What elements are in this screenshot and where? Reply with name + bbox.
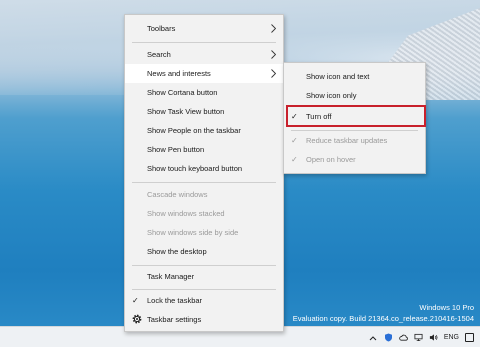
gear-icon	[132, 314, 142, 324]
submenu-item-label: Show icon only	[306, 91, 357, 100]
shield-icon[interactable]	[384, 333, 393, 342]
menu-item-taskbar-settings[interactable]: Taskbar settings	[125, 310, 283, 329]
chevron-up-icon[interactable]	[369, 333, 378, 342]
language-indicator[interactable]: ENG	[444, 334, 459, 341]
menu-item-label: News and interests	[147, 69, 211, 78]
menu-item-label: Show People on the taskbar	[147, 126, 241, 135]
menu-item-task-manager[interactable]: Task Manager	[125, 267, 283, 286]
menu-item-label: Task Manager	[147, 272, 195, 281]
menu-item-label: Show touch keyboard button	[147, 164, 243, 173]
chevron-right-icon	[271, 50, 276, 59]
system-tray: ENG	[369, 327, 474, 347]
menu-item-label: Show windows side by side	[147, 228, 239, 237]
onedrive-cloud-icon[interactable]	[399, 333, 408, 342]
menu-item-label: Taskbar settings	[147, 315, 202, 324]
menu-item-show-cortana[interactable]: Show Cortana button	[125, 83, 283, 102]
menu-item-show-desktop[interactable]: Show the desktop	[125, 242, 283, 261]
checkmark-icon: ✓	[132, 296, 139, 305]
menu-item-label: Toolbars	[147, 24, 176, 33]
watermark-edition: Windows 10 Pro	[419, 303, 474, 312]
taskbar-context-menu: Toolbars Search News and interests Show …	[124, 14, 284, 332]
submenu-item-open-on-hover: ✓ Open on hover	[284, 150, 425, 169]
menu-item-label: Show windows stacked	[147, 209, 225, 218]
submenu-item-label: Reduce taskbar updates	[306, 136, 388, 145]
menu-item-label: Show Task View button	[147, 107, 225, 116]
menu-separator	[132, 42, 276, 43]
menu-item-toolbars[interactable]: Toolbars	[125, 19, 283, 38]
menu-item-show-task-view[interactable]: Show Task View button	[125, 102, 283, 121]
submenu-item-label: Open on hover	[306, 155, 356, 164]
turn-off-highlight-box	[286, 105, 426, 127]
menu-item-show-side-by-side: Show windows side by side	[125, 223, 283, 242]
menu-separator	[132, 265, 276, 266]
menu-separator	[132, 289, 276, 290]
submenu-item-label: Show icon and text	[306, 72, 370, 81]
menu-separator	[132, 182, 276, 183]
menu-item-label: Show Cortana button	[147, 88, 218, 97]
menu-item-show-touch-keyboard[interactable]: Show touch keyboard button	[125, 159, 283, 178]
menu-item-label: Lock the taskbar	[147, 296, 203, 305]
submenu-item-show-icon-and-text[interactable]: Show icon and text	[284, 67, 425, 86]
volume-icon[interactable]	[429, 333, 438, 342]
menu-item-label: Cascade windows	[147, 190, 208, 199]
menu-item-show-windows-stacked: Show windows stacked	[125, 204, 283, 223]
menu-item-label: Search	[147, 50, 171, 59]
menu-item-label: Show the desktop	[147, 247, 207, 256]
notification-center-icon[interactable]	[465, 333, 474, 342]
chevron-right-icon	[271, 24, 276, 33]
menu-item-news-and-interests[interactable]: News and interests	[125, 64, 283, 83]
chevron-right-icon	[271, 69, 276, 78]
menu-item-search[interactable]: Search	[125, 45, 283, 64]
submenu-item-reduce-updates: ✓ Reduce taskbar updates	[284, 131, 425, 150]
menu-item-label: Show Pen button	[147, 145, 205, 154]
checkmark-icon: ✓	[291, 136, 298, 145]
watermark-build: Evaluation copy. Build 21364.co_release.…	[292, 314, 474, 323]
menu-item-show-people[interactable]: Show People on the taskbar	[125, 121, 283, 140]
menu-item-cascade-windows: Cascade windows	[125, 185, 283, 204]
checkmark-icon: ✓	[291, 155, 298, 164]
menu-item-lock-taskbar[interactable]: ✓ Lock the taskbar	[125, 291, 283, 310]
submenu-item-show-icon-only[interactable]: Show icon only	[284, 86, 425, 105]
network-icon[interactable]	[414, 333, 423, 342]
menu-item-show-pen[interactable]: Show Pen button	[125, 140, 283, 159]
